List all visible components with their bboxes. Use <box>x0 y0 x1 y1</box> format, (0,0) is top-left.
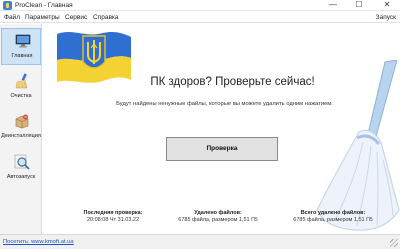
total-deleted-stat: Всего удалено файлов: 6785 файла, размер… <box>283 210 383 224</box>
last-check-label: Последняя проверка: <box>83 210 143 216</box>
menu-launch[interactable]: Запуск <box>376 13 396 22</box>
menu-help[interactable]: Справка <box>93 13 119 22</box>
check-button[interactable]: Проверка <box>166 137 278 161</box>
last-check-value: 20:08:08 Чт 31.03.22 <box>86 217 140 223</box>
title-bar[interactable]: ProClean - Главная — ☐ ✕ <box>0 0 400 11</box>
app-icon <box>3 1 12 10</box>
main-panel: ПК здоров? Проверьте сейчас! Будут найде… <box>43 24 400 234</box>
website-link[interactable]: Посетить: www.kmoft.at.ua <box>3 239 74 246</box>
menu-service[interactable]: Сервис <box>65 13 87 22</box>
uninstall-icon <box>15 114 29 129</box>
app-window: ProClean - Главная — ☐ ✕ Файл Параметры … <box>0 0 400 249</box>
total-deleted-value: 6785 файла, размером 1,51 ГБ <box>293 217 373 223</box>
deleted-files-label: Удалено файлов: <box>194 210 242 216</box>
deleted-files-value: 6785 файла, размером 1,51 ГБ <box>178 217 258 223</box>
window-title: ProClean - Главная <box>15 2 73 9</box>
status-bar: Посетить: www.kmoft.at.ua <box>0 234 400 249</box>
sidebar-item-clean[interactable]: Очистка <box>1 69 41 106</box>
menu-parameters[interactable]: Параметры <box>25 13 60 22</box>
sidebar-item-autorun[interactable]: Автозапуск <box>1 150 41 187</box>
search-icon <box>14 154 30 170</box>
sidebar-item-label: Деинсталляция <box>1 133 41 139</box>
menu-bar: Файл Параметры Сервис Справка Запуск <box>0 12 400 23</box>
computer-icon <box>15 34 31 48</box>
sidebar-item-home[interactable]: Главная <box>1 28 41 65</box>
sidebar: Главная Очистка Деинсталляция Автозапуск <box>0 24 42 234</box>
deleted-files-stat: Удалено файлов: 6785 файла, размером 1,5… <box>173 210 263 224</box>
close-button[interactable]: ✕ <box>376 0 398 11</box>
broom-illustration-icon <box>316 60 400 231</box>
menu-file[interactable]: Файл <box>4 13 20 22</box>
sidebar-item-label: Главная <box>11 53 33 59</box>
total-deleted-label: Всего удалено файлов: <box>300 210 366 216</box>
sidebar-item-uninstall[interactable]: Деинсталляция <box>1 109 41 146</box>
sidebar-item-label: Очистка <box>10 93 32 99</box>
last-check-stat: Последняя проверка: 20:08:08 Чт 31.03.22 <box>73 210 153 224</box>
broom-icon <box>15 73 28 89</box>
maximize-button[interactable]: ☐ <box>348 0 370 11</box>
sidebar-item-label: Автозапуск <box>6 174 36 180</box>
resize-grip-icon[interactable] <box>390 239 398 247</box>
minimize-button[interactable]: — <box>322 0 344 11</box>
